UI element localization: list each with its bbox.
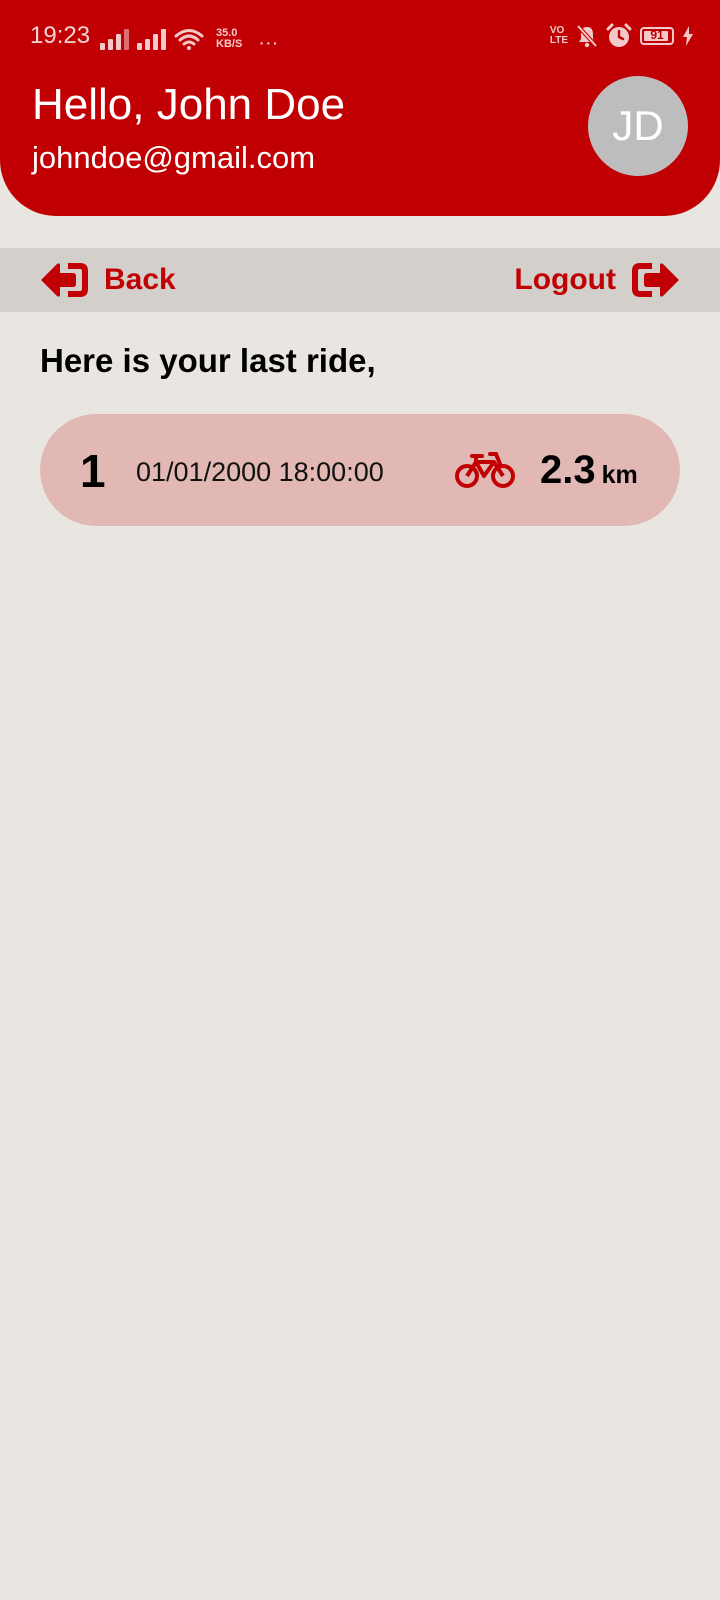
ride-distance-unit: km bbox=[601, 461, 638, 489]
avatar[interactable]: JD bbox=[588, 76, 688, 176]
greeting-title: Hello, John Doe bbox=[32, 80, 346, 129]
status-bar: 19:23 35.0 KB/S ··· VO LTE 91 bbox=[0, 0, 720, 72]
volte-icon: VO LTE bbox=[550, 26, 568, 46]
ride-card[interactable]: 1 01/01/2000 18:00:00 2.3 km bbox=[40, 414, 680, 526]
signal-icon-2 bbox=[137, 28, 166, 50]
charging-bolt-icon bbox=[683, 26, 693, 46]
logout-icon bbox=[632, 263, 679, 297]
last-ride-heading: Here is your last ride, bbox=[40, 342, 376, 379]
back-arrow-icon bbox=[41, 263, 88, 297]
back-label: Back bbox=[104, 263, 176, 296]
ride-index: 1 bbox=[80, 445, 106, 497]
wifi-icon bbox=[174, 29, 204, 50]
volte-bottom: LTE bbox=[549, 35, 568, 46]
ride-distance-value: 2.3 bbox=[540, 448, 596, 492]
signal-icon bbox=[100, 28, 129, 50]
network-speed: 35.0 KB/S bbox=[216, 28, 242, 50]
more-notifications-icon: ··· bbox=[258, 32, 279, 54]
logout-label: Logout bbox=[514, 263, 616, 296]
status-right-icons: VO LTE 91 bbox=[550, 22, 694, 50]
profile-header: 19:23 35.0 KB/S ··· VO LTE 91 Hello, Joh… bbox=[0, 0, 720, 216]
back-button[interactable]: Back bbox=[40, 256, 176, 304]
logout-button[interactable]: Logout bbox=[514, 256, 680, 304]
mute-bell-icon bbox=[576, 24, 598, 48]
battery-icon: 91 bbox=[640, 27, 674, 45]
ride-datetime: 01/01/2000 18:00:00 bbox=[136, 457, 384, 487]
avatar-initials: JD bbox=[612, 102, 664, 149]
status-time: 19:23 bbox=[30, 22, 91, 49]
status-left-icons: 35.0 KB/S ··· bbox=[100, 22, 279, 54]
network-speed-unit: KB/S bbox=[216, 38, 243, 50]
battery-level: 91 bbox=[650, 28, 664, 42]
alarm-icon bbox=[606, 23, 632, 47]
action-bar: Back Logout bbox=[0, 248, 720, 312]
bicycle-icon bbox=[455, 452, 515, 488]
ride-distance: 2.3 km bbox=[540, 448, 638, 493]
user-email: johndoe@gmail.com bbox=[32, 140, 316, 175]
